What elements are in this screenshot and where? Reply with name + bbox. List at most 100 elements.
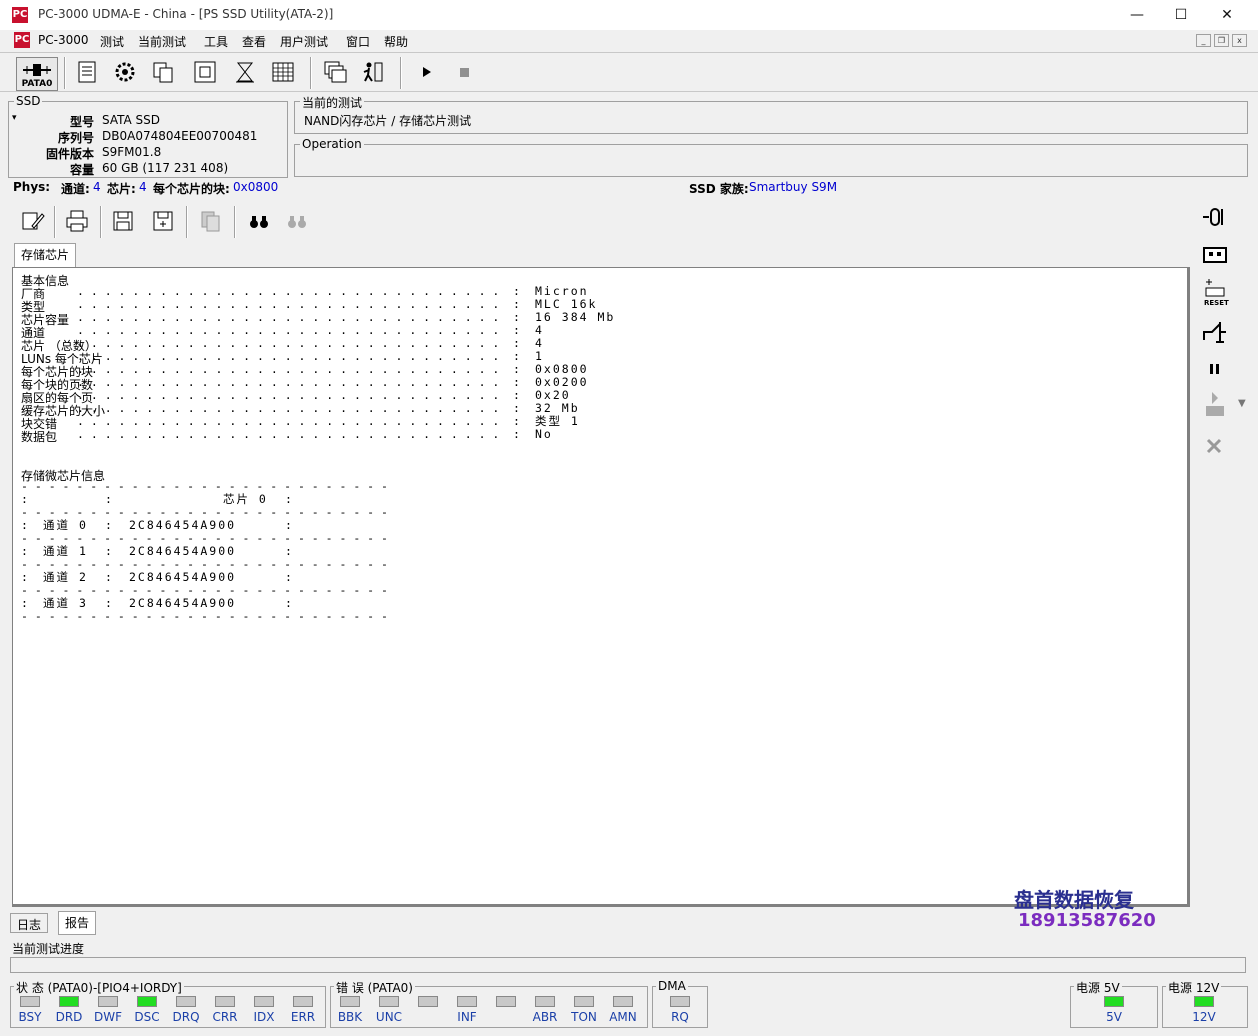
- error-led-label: ABR: [532, 1010, 558, 1024]
- info-row-dots: . . . . . . . . . . . . . . . . . . . . …: [77, 376, 507, 389]
- tab-report[interactable]: 报告: [58, 911, 97, 935]
- toolbar-separator: [64, 57, 66, 89]
- dma-rq-led: [670, 996, 690, 1007]
- board-icon[interactable]: [1200, 242, 1230, 268]
- close-button[interactable]: ✕: [1204, 0, 1250, 30]
- info-row-value: 16 384 Mb: [535, 310, 616, 324]
- status-led: [98, 996, 118, 1007]
- power-12v-label: 12V: [1192, 1010, 1216, 1024]
- menu-user-test[interactable]: 用户测试: [280, 33, 328, 50]
- find-icon[interactable]: [246, 208, 272, 234]
- menu-bar: PC PC-3000 测试 当前测试 工具 查看 用户测试 窗口 帮助 _ ❐ …: [0, 30, 1258, 51]
- table-divider: - - - - - - - - - - - - - - - - - - - - …: [21, 609, 388, 623]
- status-led: [293, 996, 313, 1007]
- current-test-title: 当前的测试: [300, 94, 365, 111]
- info-row-dots: . . . . . . . . . . . . . . . . . . . . …: [77, 415, 507, 428]
- error-led: [613, 996, 633, 1007]
- status-led-label: ERR: [290, 1010, 316, 1024]
- power-12v-title: 电源 12V: [1166, 979, 1222, 996]
- mdi-restore-button[interactable]: ❐: [1214, 34, 1229, 47]
- info-row-value: No: [535, 427, 553, 441]
- menu-test[interactable]: 测试: [100, 33, 124, 50]
- ssd-family-value: Smartbuy S9M: [749, 180, 838, 194]
- info-row-dots: . . . . . . . . . . . . . . . . . . . . …: [77, 389, 507, 402]
- minimize-button[interactable]: —: [1114, 0, 1160, 30]
- menu-help[interactable]: 帮助: [384, 33, 408, 50]
- power-5v-label: 5V: [1106, 1010, 1122, 1024]
- info-row-dots: . . . . . . . . . . . . . . . . . . . . …: [77, 337, 507, 350]
- menu-logo-icon: PC: [14, 32, 30, 48]
- menu-pc3000[interactable]: PC-3000: [38, 33, 88, 47]
- error-led: [340, 996, 360, 1007]
- blocks-value: 0x0800: [233, 180, 279, 194]
- info-row-key: 数据包: [21, 430, 58, 444]
- status-led: [254, 996, 274, 1007]
- reset-icon[interactable]: RESET: [1200, 278, 1230, 308]
- capacity-label: 容量: [69, 163, 94, 177]
- menu-current-test[interactable]: 当前测试: [138, 33, 186, 50]
- menu-tools[interactable]: 工具: [204, 33, 228, 50]
- toolbar-separator: [234, 206, 236, 238]
- progress-label: 当前测试进度: [12, 942, 85, 956]
- power-icon[interactable]: [1200, 204, 1230, 230]
- tools-icon: [1200, 432, 1230, 458]
- mdi-close-button[interactable]: x: [1232, 34, 1247, 47]
- edit-icon[interactable]: [20, 208, 46, 234]
- hourglass-icon[interactable]: [232, 59, 258, 85]
- save-icon[interactable]: [110, 208, 136, 234]
- power-5v-led: [1104, 996, 1124, 1007]
- grid-icon[interactable]: [270, 59, 296, 85]
- info-row-dots: . . . . . . . . . . . . . . . . . . . . …: [77, 311, 507, 324]
- exit-icon[interactable]: [360, 59, 386, 85]
- stop-icon: [452, 59, 478, 85]
- port-connector-icon: [23, 64, 51, 76]
- ssd-family-label: SSD 家族:: [689, 182, 749, 196]
- windows-icon[interactable]: [322, 59, 348, 85]
- status-title: 状 态 (PATA0)-[PIO4+IORDY]: [14, 979, 184, 996]
- chip-map-icon[interactable]: [192, 59, 218, 85]
- tab-memory-chips[interactable]: 存储芯片: [14, 243, 77, 267]
- chips-value: 4: [139, 180, 147, 194]
- capacity-value: 60 GB (117 231 408): [102, 161, 229, 175]
- error-led: [574, 996, 594, 1007]
- channels-label: 通道:: [61, 182, 90, 196]
- tab-log[interactable]: 日志: [10, 913, 49, 933]
- status-led: [137, 996, 157, 1007]
- status-led-label: DWF: [93, 1010, 122, 1024]
- maximize-button[interactable]: ☐: [1158, 0, 1204, 30]
- main-toolbar: PATA0: [0, 52, 1258, 92]
- scroll-arrow-icon[interactable]: ▼: [1238, 398, 1246, 409]
- switch-icon[interactable]: [1200, 318, 1230, 346]
- status-led: [20, 996, 40, 1007]
- firmware-value: S9FM01.8: [102, 145, 162, 159]
- error-led-label: UNC: [375, 1010, 403, 1024]
- model-label: 型号: [69, 115, 94, 129]
- info-row-colon: :: [513, 427, 522, 441]
- play-icon[interactable]: [414, 59, 440, 85]
- pause-icon[interactable]: [1200, 358, 1230, 382]
- info-row-dots: . . . . . . . . . . . . . . . . . . . . …: [77, 350, 507, 363]
- watermark-name: 盘首数据恢复: [1014, 888, 1134, 912]
- dma-title: DMA: [656, 979, 688, 993]
- copy-icon: [198, 208, 224, 234]
- error-led-label: BBK: [337, 1010, 363, 1024]
- mdi-minimize-button[interactable]: _: [1196, 34, 1211, 47]
- current-test-value: NAND闪存芯片 / 存储芯片测试: [304, 114, 472, 128]
- status-led: [59, 996, 79, 1007]
- chip-test-icon[interactable]: [150, 59, 176, 85]
- table-divider: - - - - - - - - - - - - - - - - - - - - …: [21, 479, 388, 493]
- port-selector-button[interactable]: PATA0: [16, 57, 58, 91]
- save-as-icon[interactable]: [150, 208, 176, 234]
- menu-window[interactable]: 窗口: [346, 33, 370, 50]
- chip-arrow-icon: [1200, 390, 1230, 422]
- serial-value: DB0A074804EE00700481: [102, 129, 258, 143]
- error-led: [496, 996, 516, 1007]
- menu-view[interactable]: 查看: [242, 33, 266, 50]
- print-icon[interactable]: [64, 208, 90, 234]
- power-12v-led: [1194, 996, 1214, 1007]
- operation-panel: [294, 144, 1248, 177]
- passport-icon[interactable]: [74, 59, 100, 85]
- error-led: [418, 996, 438, 1007]
- error-led-label: INF: [457, 1010, 477, 1024]
- gear-icon[interactable]: [112, 59, 138, 85]
